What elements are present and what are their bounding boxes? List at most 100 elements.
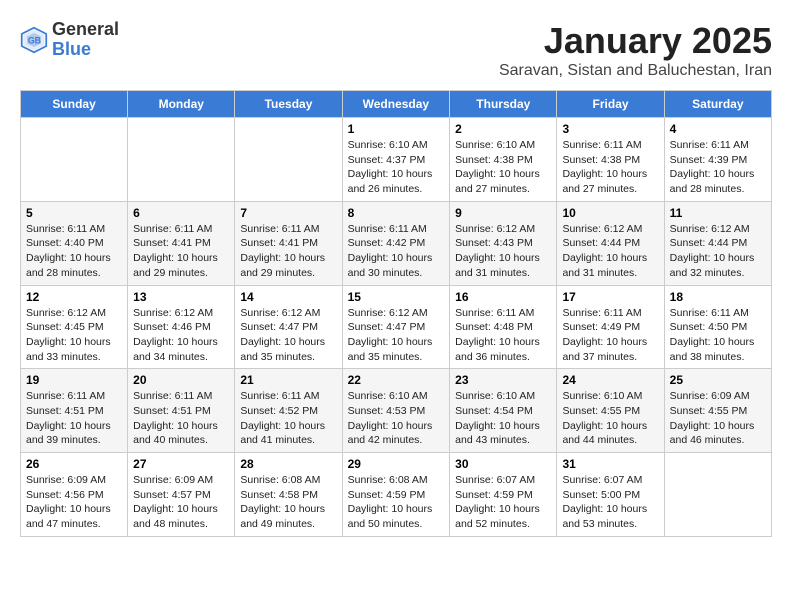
calendar-week-row: 19 Sunrise: 6:11 AM Sunset: 4:51 PM Dayli… <box>21 369 772 453</box>
day-info: Sunrise: 6:10 AM Sunset: 4:38 PM Dayligh… <box>455 138 551 197</box>
calendar-week-row: 5 Sunrise: 6:11 AM Sunset: 4:40 PM Daylig… <box>21 201 772 285</box>
day-number: 10 <box>562 206 658 220</box>
calendar-table: SundayMondayTuesdayWednesdayThursdayFrid… <box>20 90 772 537</box>
calendar-day-cell <box>21 118 128 202</box>
calendar-day-cell <box>235 118 342 202</box>
calendar-day-cell: 19 Sunrise: 6:11 AM Sunset: 4:51 PM Dayli… <box>21 369 128 453</box>
day-number: 3 <box>562 122 658 136</box>
day-info: Sunrise: 6:11 AM Sunset: 4:51 PM Dayligh… <box>133 389 229 448</box>
day-number: 21 <box>240 373 336 387</box>
calendar-day-cell: 17 Sunrise: 6:11 AM Sunset: 4:49 PM Dayli… <box>557 285 664 369</box>
day-info: Sunrise: 6:11 AM Sunset: 4:41 PM Dayligh… <box>240 222 336 281</box>
calendar-day-cell: 14 Sunrise: 6:12 AM Sunset: 4:47 PM Dayli… <box>235 285 342 369</box>
day-info: Sunrise: 6:10 AM Sunset: 4:53 PM Dayligh… <box>348 389 445 448</box>
day-number: 26 <box>26 457 122 471</box>
day-number: 24 <box>562 373 658 387</box>
logo-blue-text: Blue <box>52 40 119 60</box>
day-number: 2 <box>455 122 551 136</box>
day-number: 30 <box>455 457 551 471</box>
calendar-day-cell: 18 Sunrise: 6:11 AM Sunset: 4:50 PM Dayli… <box>664 285 771 369</box>
day-number: 9 <box>455 206 551 220</box>
day-info: Sunrise: 6:09 AM Sunset: 4:57 PM Dayligh… <box>133 473 229 532</box>
calendar-day-cell: 4 Sunrise: 6:11 AM Sunset: 4:39 PM Daylig… <box>664 118 771 202</box>
day-number: 12 <box>26 290 122 304</box>
calendar-day-cell: 1Sunrise: 6:10 AM Sunset: 4:37 PM Daylig… <box>342 118 450 202</box>
day-info: Sunrise: 6:11 AM Sunset: 4:50 PM Dayligh… <box>670 306 766 365</box>
month-title: January 2025 <box>499 20 772 62</box>
day-info: Sunrise: 6:07 AM Sunset: 5:00 PM Dayligh… <box>562 473 658 532</box>
day-info: Sunrise: 6:12 AM Sunset: 4:44 PM Dayligh… <box>670 222 766 281</box>
day-number: 22 <box>348 373 445 387</box>
day-info: Sunrise: 6:11 AM Sunset: 4:51 PM Dayligh… <box>26 389 122 448</box>
day-of-week-header: Wednesday <box>342 91 450 118</box>
day-info: Sunrise: 6:12 AM Sunset: 4:47 PM Dayligh… <box>240 306 336 365</box>
calendar-day-cell: 22 Sunrise: 6:10 AM Sunset: 4:53 PM Dayli… <box>342 369 450 453</box>
day-of-week-header: Sunday <box>21 91 128 118</box>
day-info: Sunrise: 6:11 AM Sunset: 4:42 PM Dayligh… <box>348 222 445 281</box>
day-number: 14 <box>240 290 336 304</box>
calendar-header-row: SundayMondayTuesdayWednesdayThursdayFrid… <box>21 91 772 118</box>
day-number: 29 <box>348 457 445 471</box>
day-info: Sunrise: 6:12 AM Sunset: 4:44 PM Dayligh… <box>562 222 658 281</box>
day-number: 8 <box>348 206 445 220</box>
logo: GB General Blue <box>20 20 119 60</box>
calendar-day-cell: 16Sunrise: 6:11 AM Sunset: 4:48 PM Dayli… <box>450 285 557 369</box>
day-info: Sunrise: 6:11 AM Sunset: 4:39 PM Dayligh… <box>670 138 766 197</box>
calendar-day-cell: 13Sunrise: 6:12 AM Sunset: 4:46 PM Dayli… <box>128 285 235 369</box>
calendar-day-cell <box>664 453 771 537</box>
day-number: 18 <box>670 290 766 304</box>
calendar-day-cell: 31Sunrise: 6:07 AM Sunset: 5:00 PM Dayli… <box>557 453 664 537</box>
title-block: January 2025 Saravan, Sistan and Baluche… <box>499 20 772 80</box>
day-of-week-header: Saturday <box>664 91 771 118</box>
day-number: 16 <box>455 290 551 304</box>
calendar-week-row: 26Sunrise: 6:09 AM Sunset: 4:56 PM Dayli… <box>21 453 772 537</box>
calendar-day-cell: 11 Sunrise: 6:12 AM Sunset: 4:44 PM Dayli… <box>664 201 771 285</box>
day-info: Sunrise: 6:12 AM Sunset: 4:47 PM Dayligh… <box>348 306 445 365</box>
day-number: 6 <box>133 206 229 220</box>
day-info: Sunrise: 6:11 AM Sunset: 4:49 PM Dayligh… <box>562 306 658 365</box>
day-number: 23 <box>455 373 551 387</box>
day-info: Sunrise: 6:11 AM Sunset: 4:52 PM Dayligh… <box>240 389 336 448</box>
day-info: Sunrise: 6:11 AM Sunset: 4:41 PM Dayligh… <box>133 222 229 281</box>
calendar-day-cell: 21 Sunrise: 6:11 AM Sunset: 4:52 PM Dayli… <box>235 369 342 453</box>
calendar-day-cell <box>128 118 235 202</box>
day-info: Sunrise: 6:07 AM Sunset: 4:59 PM Dayligh… <box>455 473 551 532</box>
calendar-day-cell: 2 Sunrise: 6:10 AM Sunset: 4:38 PM Daylig… <box>450 118 557 202</box>
day-number: 4 <box>670 122 766 136</box>
calendar-day-cell: 12 Sunrise: 6:12 AM Sunset: 4:45 PM Dayli… <box>21 285 128 369</box>
day-number: 7 <box>240 206 336 220</box>
calendar-day-cell: 10 Sunrise: 6:12 AM Sunset: 4:44 PM Dayli… <box>557 201 664 285</box>
calendar-day-cell: 30 Sunrise: 6:07 AM Sunset: 4:59 PM Dayli… <box>450 453 557 537</box>
day-number: 20 <box>133 373 229 387</box>
location-subtitle: Saravan, Sistan and Baluchestan, Iran <box>499 62 772 80</box>
calendar-day-cell: 15 Sunrise: 6:12 AM Sunset: 4:47 PM Dayli… <box>342 285 450 369</box>
calendar-week-row: 12 Sunrise: 6:12 AM Sunset: 4:45 PM Dayli… <box>21 285 772 369</box>
day-of-week-header: Monday <box>128 91 235 118</box>
calendar-day-cell: 20 Sunrise: 6:11 AM Sunset: 4:51 PM Dayli… <box>128 369 235 453</box>
day-info: Sunrise: 6:12 AM Sunset: 4:43 PM Dayligh… <box>455 222 551 281</box>
calendar-day-cell: 25Sunrise: 6:09 AM Sunset: 4:55 PM Dayli… <box>664 369 771 453</box>
calendar-day-cell: 23 Sunrise: 6:10 AM Sunset: 4:54 PM Dayli… <box>450 369 557 453</box>
day-of-week-header: Friday <box>557 91 664 118</box>
calendar-day-cell: 26Sunrise: 6:09 AM Sunset: 4:56 PM Dayli… <box>21 453 128 537</box>
day-info: Sunrise: 6:10 AM Sunset: 4:54 PM Dayligh… <box>455 389 551 448</box>
day-number: 15 <box>348 290 445 304</box>
day-number: 13 <box>133 290 229 304</box>
calendar-day-cell: 9 Sunrise: 6:12 AM Sunset: 4:43 PM Daylig… <box>450 201 557 285</box>
calendar-week-row: 1Sunrise: 6:10 AM Sunset: 4:37 PM Daylig… <box>21 118 772 202</box>
day-number: 27 <box>133 457 229 471</box>
day-of-week-header: Thursday <box>450 91 557 118</box>
day-info: Sunrise: 6:12 AM Sunset: 4:45 PM Dayligh… <box>26 306 122 365</box>
day-number: 25 <box>670 373 766 387</box>
day-number: 19 <box>26 373 122 387</box>
calendar-day-cell: 7 Sunrise: 6:11 AM Sunset: 4:41 PM Daylig… <box>235 201 342 285</box>
day-info: Sunrise: 6:11 AM Sunset: 4:38 PM Dayligh… <box>562 138 658 197</box>
day-number: 28 <box>240 457 336 471</box>
day-number: 17 <box>562 290 658 304</box>
day-number: 11 <box>670 206 766 220</box>
calendar-day-cell: 28Sunrise: 6:08 AM Sunset: 4:58 PM Dayli… <box>235 453 342 537</box>
day-info: Sunrise: 6:11 AM Sunset: 4:40 PM Dayligh… <box>26 222 122 281</box>
day-number: 5 <box>26 206 122 220</box>
calendar-day-cell: 29Sunrise: 6:08 AM Sunset: 4:59 PM Dayli… <box>342 453 450 537</box>
calendar-day-cell: 6 Sunrise: 6:11 AM Sunset: 4:41 PM Daylig… <box>128 201 235 285</box>
